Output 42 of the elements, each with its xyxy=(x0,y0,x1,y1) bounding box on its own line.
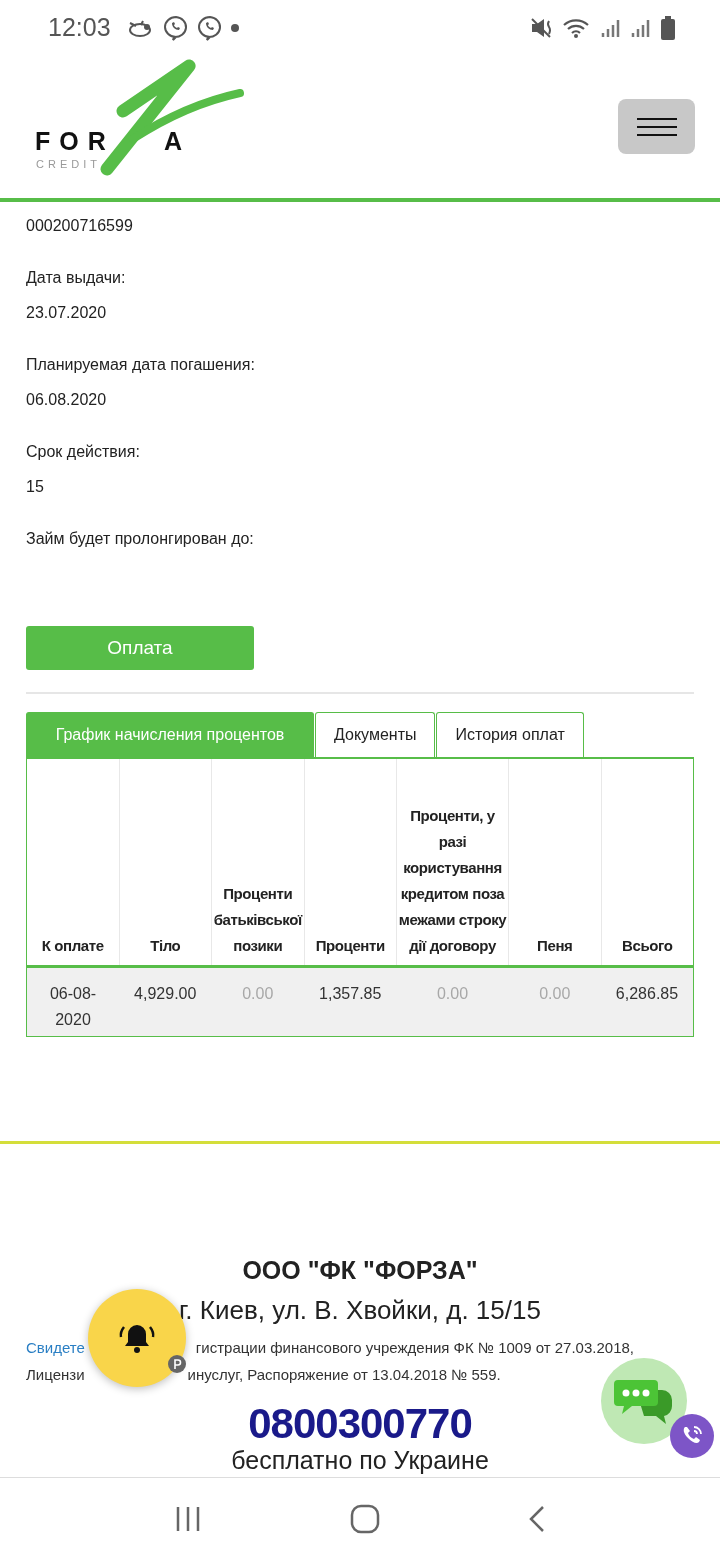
company-name: ООО "ФК "ФОРЗА" xyxy=(242,1255,478,1285)
table-cell: 0.00 xyxy=(396,966,509,1036)
field-label: Займ будет пролонгирован до: xyxy=(26,529,255,549)
menu-icon xyxy=(636,115,677,138)
field-value: 23.07.2020 xyxy=(26,303,108,323)
field-label: Дата выдачи: xyxy=(26,268,127,288)
tab[interactable]: Документы xyxy=(315,712,436,757)
phone-chat-icon xyxy=(162,14,189,41)
call-button[interactable] xyxy=(670,1413,714,1458)
table-cell: 6,286.85 xyxy=(601,966,694,1036)
field-label: Планируемая дата погашения: xyxy=(26,355,256,375)
table-cell: 0.00 xyxy=(508,966,601,1036)
recent-apps-icon[interactable] xyxy=(174,1506,202,1532)
license-text: Лицензи xyxy=(26,1364,85,1385)
badge-icon xyxy=(168,1354,186,1373)
logo-text: FOR xyxy=(35,127,115,156)
column-header: К оплате xyxy=(26,759,119,966)
table-cell: 06-08-2020 xyxy=(26,966,119,1036)
tab[interactable]: История оплат xyxy=(436,712,584,757)
phone-chat-icon xyxy=(196,14,223,41)
table-cell: 1,357.85 xyxy=(304,966,397,1036)
mute-icon xyxy=(530,16,554,39)
phone-number[interactable]: 0800300770 xyxy=(248,1399,472,1448)
status-time: 12:03 xyxy=(48,13,111,42)
dot-icon xyxy=(230,23,239,32)
home-icon[interactable] xyxy=(350,1504,380,1534)
table-cell: 4,929.00 xyxy=(119,966,212,1036)
logo-text: A xyxy=(164,127,192,156)
license-link[interactable]: Свидете xyxy=(26,1333,85,1361)
table-cell: 0.00 xyxy=(211,966,304,1036)
menu-button[interactable] xyxy=(618,99,695,154)
license-text: инуслуг, Распоряжение от 13.04.2018 № 559. xyxy=(187,1364,501,1385)
license-text: гистрации финансового учреждения ФК № 1009 от 27.03.2018, xyxy=(195,1337,634,1358)
logo-tagline: CREDIT xyxy=(36,158,101,170)
field-label: Срок действия: xyxy=(26,442,141,462)
back-icon[interactable] xyxy=(528,1505,546,1533)
field-value: 15 xyxy=(26,477,45,497)
company-address: г. Киев, ул. В. Хвойки, д. 15/15 xyxy=(179,1294,541,1326)
battery-icon xyxy=(660,15,676,40)
phone-note: бесплатно по Украине xyxy=(231,1445,489,1475)
field-value: 06.08.2020 xyxy=(26,390,108,410)
loan-number: 000200716599 xyxy=(26,216,134,236)
